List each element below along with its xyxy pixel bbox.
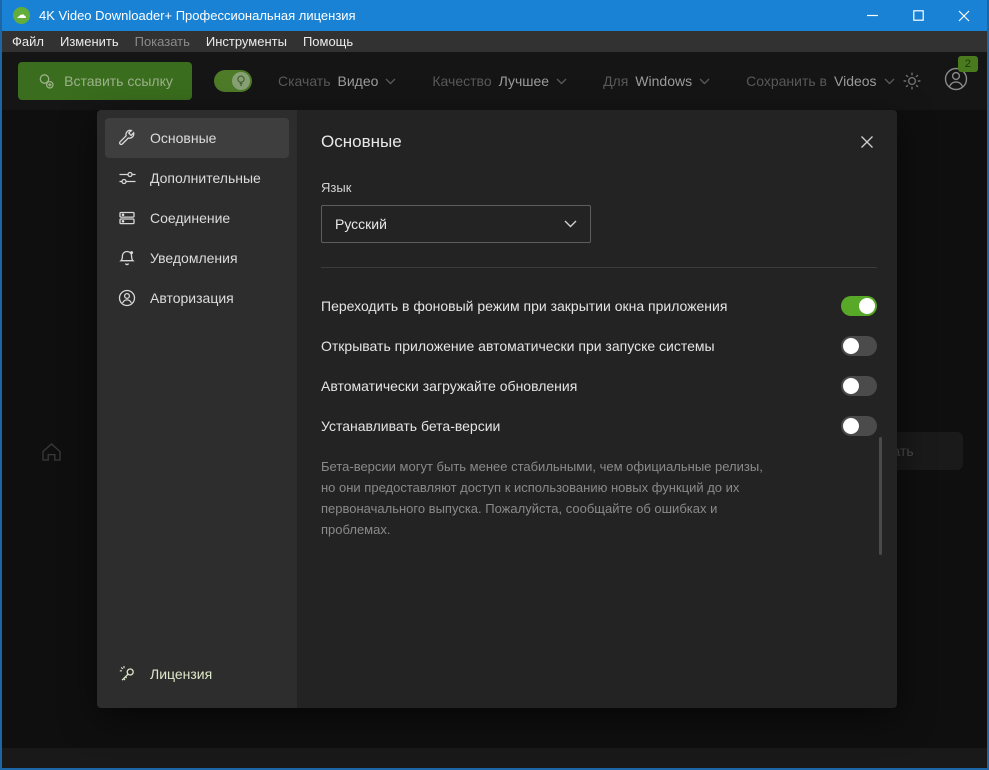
background-mode-toggle[interactable] [841, 296, 877, 316]
settings-header: Основные [321, 132, 877, 152]
sidebar-item-label: Уведомления [150, 250, 238, 266]
smart-mode-toggle[interactable] [214, 70, 252, 92]
sidebar-item-connection[interactable]: Соединение [105, 198, 289, 238]
settings-dialog: Основные Дополнительные Соединение Уведо… [97, 110, 897, 708]
close-window-button[interactable] [941, 0, 987, 31]
language-select[interactable]: Русский [321, 205, 591, 243]
gear-icon[interactable] [901, 70, 923, 92]
chevron-down-icon [385, 78, 396, 84]
status-bar [2, 748, 987, 768]
workspace: Искать Основные Дополнительные [2, 110, 987, 768]
menu-edit[interactable]: Изменить [52, 31, 127, 52]
save-location-dropdown[interactable]: Сохранить в Videos [746, 73, 895, 89]
bulb-icon [232, 72, 250, 90]
sidebar-item-general[interactable]: Основные [105, 118, 289, 158]
account-avatar[interactable]: 2 [943, 55, 978, 97]
toolbar: Вставить ссылку Скачать Видео Качество Л… [2, 52, 987, 110]
chevron-down-icon [884, 78, 895, 84]
download-type-dropdown[interactable]: Скачать Видео [278, 73, 396, 89]
key-icon [119, 666, 134, 681]
sidebar-item-advanced[interactable]: Дополнительные [105, 158, 289, 198]
sidebar-item-label: Дополнительные [150, 170, 261, 186]
sidebar-item-label: Соединение [150, 210, 231, 226]
license-label: Лицензия [150, 666, 213, 682]
home-icon[interactable] [40, 441, 63, 463]
language-value: Русский [335, 216, 387, 232]
beta-description: Бета-версии могут быть менее стабильными… [321, 459, 763, 538]
beta-versions-toggle[interactable] [841, 416, 877, 436]
app-window: ☁ 4K Video Downloader+ Профессиональная … [0, 0, 989, 770]
sidebar-item-license[interactable]: Лицензия [105, 654, 289, 694]
setting-label: Устанавливать бета-версии [321, 418, 501, 434]
scrollbar-thumb[interactable] [879, 437, 882, 555]
window-title: 4K Video Downloader+ Профессиональная ли… [39, 8, 356, 23]
wrench-icon [119, 129, 135, 146]
chevron-down-icon [556, 78, 567, 84]
toolbar-right: 2 [901, 55, 978, 97]
minimize-button[interactable] [849, 0, 895, 31]
sliders-icon [119, 171, 136, 185]
menu-file[interactable]: Файл [4, 31, 52, 52]
setting-label: Открывать приложение автоматически при з… [321, 338, 715, 354]
maximize-button[interactable] [895, 0, 941, 31]
menu-tools[interactable]: Инструменты [198, 31, 295, 52]
person-circle-icon [118, 289, 136, 307]
sidebar-item-label: Авторизация [150, 290, 234, 306]
title-bar: ☁ 4K Video Downloader+ Профессиональная … [2, 0, 987, 31]
quality-dropdown[interactable]: Качество Лучшее [432, 73, 567, 89]
menu-view: Показать [134, 34, 190, 49]
paste-link-icon [39, 74, 54, 89]
setting-label: Переходить в фоновый режим при закрытии … [321, 298, 728, 314]
settings-sidebar: Основные Дополнительные Соединение Уведо… [97, 110, 297, 708]
paste-link-button[interactable]: Вставить ссылку [18, 62, 192, 100]
chevron-down-icon [564, 220, 577, 228]
chevron-down-icon [699, 78, 710, 84]
sidebar-item-authorization[interactable]: Авторизация [105, 278, 289, 318]
settings-title: Основные [321, 132, 402, 151]
close-icon [861, 136, 873, 148]
menu-bar: Файл Изменить Показать Инструменты Помощ… [2, 31, 987, 52]
toolbar-dropdowns: Скачать Видео Качество Лучшее Для Window… [278, 73, 895, 89]
setting-row-beta-versions: Устанавливать бета-версии [321, 406, 877, 446]
platform-dropdown[interactable]: Для Windows [603, 73, 710, 89]
autostart-toggle[interactable] [841, 336, 877, 356]
app-logo-icon: ☁ [13, 7, 30, 24]
sidebar-item-label: Основные [150, 130, 217, 146]
notifications-badge: 2 [957, 55, 978, 72]
connection-icon [119, 211, 135, 225]
menu-help[interactable]: Помощь [295, 31, 361, 52]
window-controls [849, 0, 987, 31]
paste-link-label: Вставить ссылку [64, 73, 173, 89]
setting-label: Автоматически загружайте обновления [321, 378, 578, 394]
language-label: Язык [321, 180, 352, 195]
sidebar-item-notifications[interactable]: Уведомления [105, 238, 289, 278]
bell-icon [119, 250, 135, 266]
setting-row-autostart: Открывать приложение автоматически при з… [321, 326, 877, 366]
auto-updates-toggle[interactable] [841, 376, 877, 396]
setting-row-auto-updates: Автоматически загружайте обновления [321, 366, 877, 406]
section-divider [321, 267, 877, 268]
settings-main-panel: Основные Язык Русский Переходить в фонов… [297, 110, 897, 708]
close-settings-button[interactable] [857, 132, 877, 152]
setting-row-background-mode: Переходить в фоновый режим при закрытии … [321, 286, 877, 326]
